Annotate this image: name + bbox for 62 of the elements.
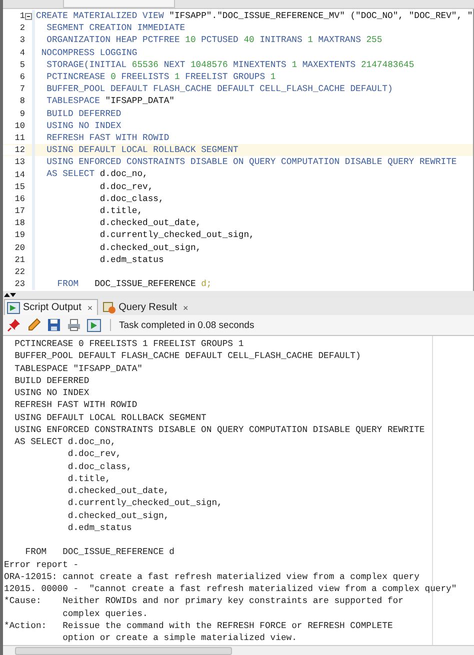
panel-tab[interactable]: Query Result × [100,299,194,315]
output-line: USING DEFAULT LOCAL ROLLBACK SEGMENT [14,412,208,424]
close-icon[interactable]: × [182,302,188,312]
code-line: BUFFER_POOL DEFAULT FLASH_CACHE DEFAULT CELL_FLASH_CACHE DEFAULT) [46,83,393,96]
code-editor[interactable] [3,9,474,291]
code-line: d.checked_out_date, [98,217,202,230]
code-line: REFRESH FAST WITH ROWID [46,132,170,144]
code-line: d.doc_class, [98,192,164,206]
output-line: d.doc_rev, [66,448,122,460]
pin-icon[interactable] [6,317,22,333]
output-line: BUFFER_POOL DEFAULT FLASH_CACHE DEFAULT CELL_FLASH_CACHE DEFAULT) [14,350,362,362]
code-line: BUILD DEFERRED [46,108,122,120]
panel-tab[interactable]: Script Output × [4,299,98,315]
code-line: ORGANIZATION HEAP PCTFREE 10 PCTUSED 40 INITRANS 1 MAXTRANS 255 [46,34,382,47]
close-icon[interactable]: × [87,302,93,312]
line-number: 12 [3,145,25,156]
task-status: Task completed in 0.08 seconds [119,320,254,330]
output-line: TABLESPACE "IFSAPP_DATA" [14,362,144,375]
output-line: PCTINCREASE 0 FREELISTS 1 FREELIST GROUPS 1 [14,338,245,350]
output-line: d.checked_out_sign, [66,510,170,522]
output-line: AS SELECT d.doc_no, [14,436,117,448]
query-result-icon [102,302,116,314]
output-line: complex queries. [62,608,149,620]
script-output-icon [7,302,20,314]
code-line: FROM DOC_ISSUE_REFERENCE d; [56,278,212,290]
code-line: d.edm_status [98,254,164,266]
code-line: SEGMENT CREATION IMMEDIATE [46,22,186,34]
output-line: d.checked_out_date, [66,485,170,498]
output-line: Error report - [4,558,80,571]
code-line: TABLESPACE "IFSAPP_DATA" [46,95,174,108]
output-line: USING ENFORCED CONSTRAINTS DISABLE ON QUERY COMPUTATION DISABLE QUERY REWRITE [14,424,426,436]
output-line: d.edm_status [66,522,133,534]
output-line: 12015. 00000 - "cannot create a fast refresh materialized view from a complex query" [4,583,458,596]
output-line: FROM DOC_ISSUE_REFERENCE d [24,546,176,558]
output-line: d.currently_checked_out_sign, [66,497,224,510]
scrollbar-thumb[interactable] [15,646,232,654]
code-line: PCTINCREASE 0 FREELISTS 1 FREELIST GROUPS 1 [46,70,276,84]
code-line: d.currently_checked_out_sign, [98,229,254,242]
output-line: ORA-12015: cannot create a fast refresh materialized view from a complex query [4,570,420,583]
code-line: USING ENFORCED CONSTRAINTS DISABLE ON QUERY COMPUTATION DISABLE QUERY REWRITE [46,156,457,168]
output-line: REFRESH FAST WITH ROWID [14,399,138,412]
print-icon[interactable] [66,317,82,333]
code-line: NOCOMPRESS LOGGING [40,46,138,59]
run-script-icon[interactable] [86,317,102,333]
code-line: d.checked_out_sign, [98,242,202,254]
output-line: *Cause: Neither ROWIDs and nor primary key constraints are supported for [4,595,404,608]
collapse-icon[interactable] [25,12,32,20]
code-line: d.title, [98,205,143,218]
output-line: d.title, [66,472,112,485]
output-line: d.doc_class, [66,460,133,473]
code-line: USING DEFAULT LOCAL ROLLBACK SEGMENT [46,144,238,156]
output-line: USING NO INDEX [14,387,90,400]
code-line: d.doc_rev, [98,180,154,193]
code-line: CREATE MATERIALIZED VIEW "IFSAPP"."DOC_ISSUE_REFERENCE_MV" ("DOC_NO", "DOC_REV", " [36,10,473,22]
splitter-arrows-icon[interactable] [4,292,16,298]
save-icon[interactable] [46,317,62,333]
code-line: STORAGE(INITIAL 65536 NEXT 1048576 MINEXTENTS 1 MAXEXTENTS 2147483645 [46,58,414,71]
output-line: BUILD DEFERRED [14,374,90,387]
output-line: *Action: Reissue the command with the REFRESH FORCE or REFRESH COMPLETE [4,620,394,632]
output-line: option or create a simple materialized view. [62,632,298,644]
code-line: AS SELECT d.doc_no, [46,168,148,181]
code-line: USING NO INDEX [46,120,122,132]
